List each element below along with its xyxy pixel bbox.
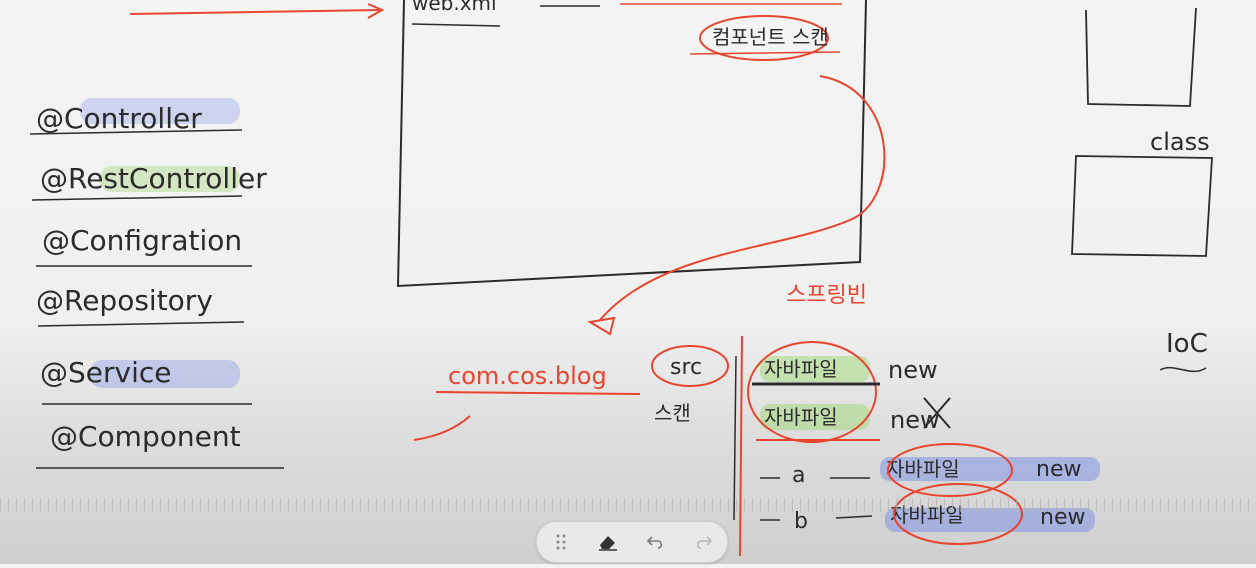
- java-file-2: 자바파일: [764, 405, 838, 429]
- src-label: src: [670, 355, 702, 380]
- class-label: class: [1150, 128, 1210, 156]
- top-arrow: [129, 9, 381, 15]
- annotation-item-6: @Component: [50, 420, 241, 453]
- spring-beans-label: 스프링빈: [786, 283, 867, 308]
- eraser-icon[interactable]: [590, 526, 626, 558]
- ioc-label: IoC: [1166, 329, 1208, 359]
- scan-label: 스캔: [654, 401, 691, 425]
- undo-icon[interactable]: [638, 526, 674, 558]
- package-label: com.cos.blog: [448, 362, 607, 390]
- drawing-toolbar: [536, 521, 728, 563]
- java-file-1: 자바파일: [764, 357, 838, 381]
- class-box-top: [1085, 7, 1197, 107]
- b-label: b: [794, 509, 808, 534]
- new-label-1: new: [888, 356, 938, 384]
- annotation-item-4: @Repository: [36, 284, 213, 317]
- new-label-a: new: [1036, 457, 1081, 482]
- annotation-item-2: @RestController: [40, 162, 267, 195]
- drag-handle-icon[interactable]: [543, 526, 579, 558]
- class-box-bottom: [1071, 155, 1213, 257]
- web-xml-label: web.xml: [412, 0, 497, 15]
- component-scan-label: 컴포넌트 스캔: [712, 25, 829, 49]
- a-label: a: [792, 463, 805, 488]
- redo-icon[interactable]: [685, 526, 721, 558]
- whiteboard-canvas[interactable]: @Controller @RestController @Configratio…: [0, 0, 1256, 564]
- annotation-item-5: @Service: [40, 356, 171, 389]
- annotation-item-1: @Controller: [36, 102, 202, 135]
- java-file-a: 자바파일: [886, 457, 960, 481]
- page-ruler: [0, 498, 1256, 512]
- annotation-item-3: @Configration: [42, 224, 242, 257]
